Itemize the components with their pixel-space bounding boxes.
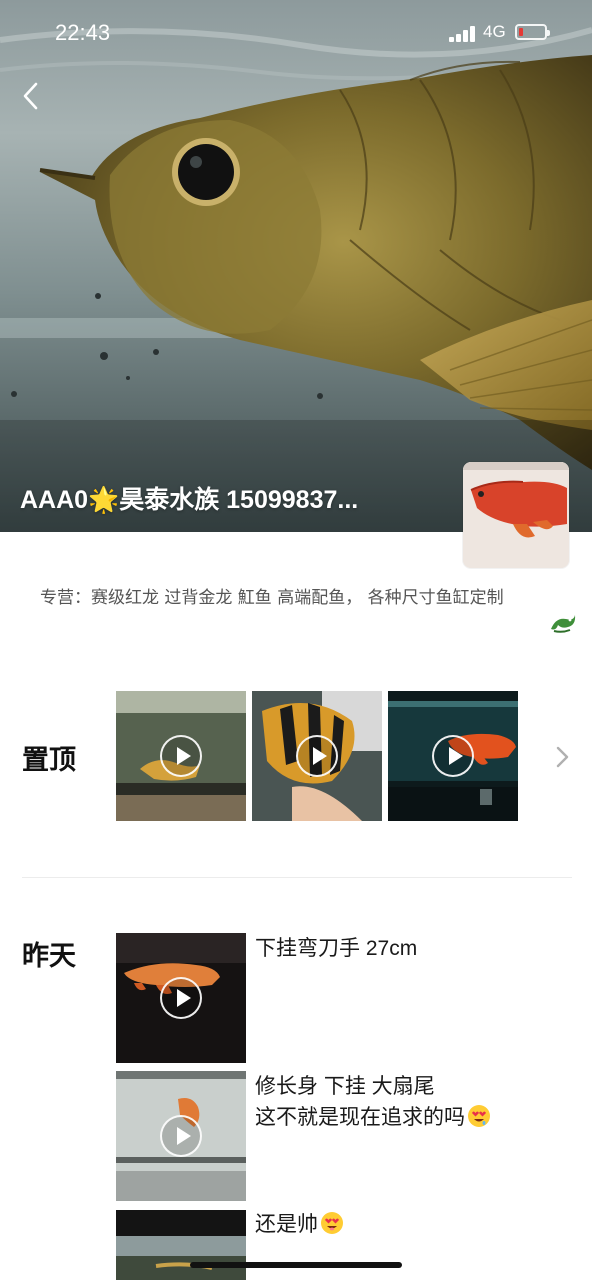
battery-icon <box>515 24 550 40</box>
chevron-left-icon <box>23 82 38 110</box>
pinned-label: 置顶 <box>22 745 76 776</box>
dragon-icon <box>551 615 576 633</box>
arowana-cover-art <box>0 0 592 532</box>
status-bar: 22:43 4G <box>0 0 592 66</box>
back-button[interactable] <box>14 78 50 114</box>
pinned-video-2[interactable] <box>252 691 382 821</box>
post-video-2[interactable] <box>116 1071 246 1201</box>
post-video-1[interactable] <box>116 933 246 1063</box>
play-icon <box>160 1115 202 1157</box>
bio-text: 专营：赛级红龙 过背金龙 魟鱼 高端配鱼， 各种尺寸鱼缸定制 <box>40 588 504 608</box>
chevron-right-icon[interactable] <box>552 744 572 770</box>
post-caption-1[interactable]: 下挂弯刀手 27cm <box>255 933 417 964</box>
play-icon <box>296 735 338 777</box>
pinned-video-3[interactable] <box>388 691 518 821</box>
avatar[interactable] <box>463 462 569 568</box>
aquarium-photo-thumbnail <box>116 1210 246 1280</box>
heart-eyes-drool-emoji <box>468 1105 490 1127</box>
play-icon <box>160 977 202 1019</box>
status-time: 22:43 <box>55 20 111 45</box>
home-indicator[interactable] <box>190 1262 402 1268</box>
play-icon <box>160 735 202 777</box>
pinned-video-1[interactable] <box>116 691 246 821</box>
post-image-3[interactable] <box>116 1210 246 1280</box>
bio: 专营：赛级红龙 过背金龙 魟鱼 高端配鱼， 各种尺寸鱼缸定制 <box>40 585 580 633</box>
day-label: 昨天 <box>22 941 76 972</box>
heart-eyes-emoji <box>321 1212 343 1234</box>
post-caption-3[interactable]: 还是帅 <box>255 1209 344 1240</box>
cover-image[interactable]: 22:43 4G AAA0🌟昊泰水族 15099837... <box>0 0 592 532</box>
network-type: 4G <box>483 22 506 41</box>
cellular-signal-icon <box>449 26 477 42</box>
profile-name: AAA0🌟昊泰水族 15099837... <box>20 486 359 514</box>
post-caption-2-line2: 这不就是现在追求的吗 <box>255 1102 491 1133</box>
section-divider <box>22 877 572 878</box>
post-caption-2[interactable]: 修长身 下挂 大扇尾 这不就是现在追求的吗 <box>255 1071 491 1133</box>
red-arowana-avatar-image <box>463 462 569 568</box>
post-caption-2-line1: 修长身 下挂 大扇尾 <box>255 1075 435 1098</box>
play-icon <box>432 735 474 777</box>
